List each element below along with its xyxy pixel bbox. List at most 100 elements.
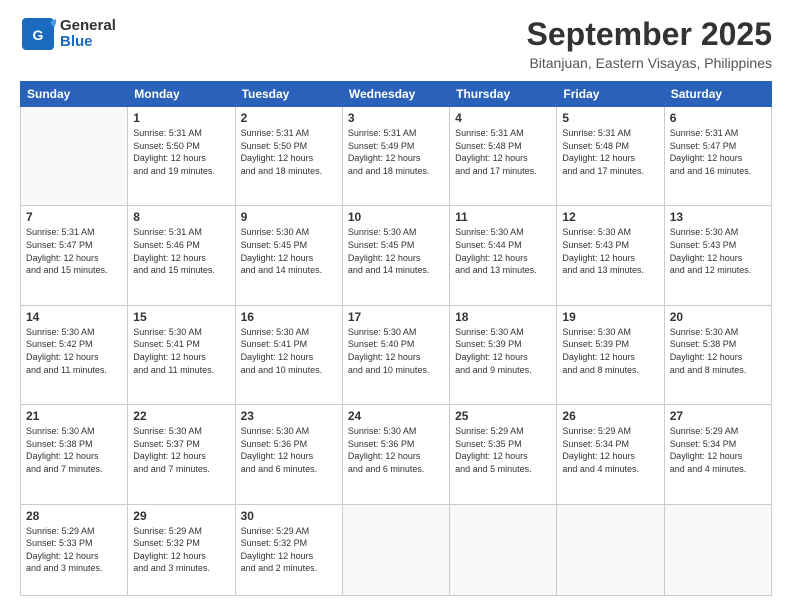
day-info: Sunrise: 5:31 AMSunset: 5:50 PMDaylight:…: [241, 127, 337, 177]
calendar-cell-29: 29 Sunrise: 5:29 AMSunset: 5:32 PMDayligh…: [128, 504, 235, 595]
calendar-cell-20: 20 Sunrise: 5:30 AMSunset: 5:38 PMDayligh…: [664, 305, 771, 404]
day-number: 6: [670, 111, 766, 125]
day-number: 24: [348, 409, 444, 423]
day-number: 7: [26, 210, 122, 224]
day-info: Sunrise: 5:30 AMSunset: 5:38 PMDaylight:…: [670, 326, 766, 376]
weekday-header-row: SundayMondayTuesdayWednesdayThursdayFrid…: [21, 82, 772, 107]
calendar-cell-21: 21Sunrise: 5:30 AMSunset: 5:38 PMDayligh…: [21, 405, 128, 504]
week-row-5: 28 Sunrise: 5:29 AMSunset: 5:33 PMDayligh…: [21, 504, 772, 595]
calendar-cell-18: 18 Sunrise: 5:30 AMSunset: 5:39 PMDayligh…: [450, 305, 557, 404]
day-number: 30: [241, 509, 337, 523]
day-info: Sunrise: 5:30 AMSunset: 5:43 PMDaylight:…: [562, 226, 658, 276]
day-number: 4: [455, 111, 551, 125]
day-info: Sunrise: 5:30 AMSunset: 5:36 PMDaylight:…: [348, 425, 444, 475]
calendar-cell-empty: [342, 504, 449, 595]
day-number: 27: [670, 409, 766, 423]
logo-text: General Blue: [60, 18, 116, 51]
title-block: September 2025 Bitanjuan, Eastern Visaya…: [527, 16, 772, 71]
calendar-cell-6: 6 Sunrise: 5:31 AMSunset: 5:47 PMDaylight…: [664, 107, 771, 206]
calendar-cell-7: 7 Sunrise: 5:31 AMSunset: 5:47 PMDaylight…: [21, 206, 128, 305]
day-number: 12: [562, 210, 658, 224]
day-info: Sunrise: 5:29 AMSunset: 5:35 PMDaylight:…: [455, 425, 551, 475]
calendar-cell-empty: [664, 504, 771, 595]
week-row-4: 21Sunrise: 5:30 AMSunset: 5:38 PMDayligh…: [21, 405, 772, 504]
day-info: Sunrise: 5:30 AMSunset: 5:41 PMDaylight:…: [241, 326, 337, 376]
calendar-cell-empty: [557, 504, 664, 595]
day-info: Sunrise: 5:31 AMSunset: 5:48 PMDaylight:…: [562, 127, 658, 177]
day-info: Sunrise: 5:29 AMSunset: 5:33 PMDaylight:…: [26, 525, 122, 575]
calendar-cell-4: 4 Sunrise: 5:31 AMSunset: 5:48 PMDaylight…: [450, 107, 557, 206]
calendar-cell-9: 9 Sunrise: 5:30 AMSunset: 5:45 PMDaylight…: [235, 206, 342, 305]
calendar-cell-17: 17Sunrise: 5:30 AMSunset: 5:40 PMDayligh…: [342, 305, 449, 404]
weekday-wednesday: Wednesday: [342, 82, 449, 107]
day-info: Sunrise: 5:30 AMSunset: 5:39 PMDaylight:…: [562, 326, 658, 376]
day-info: Sunrise: 5:31 AMSunset: 5:49 PMDaylight:…: [348, 127, 444, 177]
day-info: Sunrise: 5:31 AMSunset: 5:47 PMDaylight:…: [670, 127, 766, 177]
day-number: 28: [26, 509, 122, 523]
day-number: 17: [348, 310, 444, 324]
day-info: Sunrise: 5:30 AMSunset: 5:45 PMDaylight:…: [241, 226, 337, 276]
week-row-2: 7 Sunrise: 5:31 AMSunset: 5:47 PMDaylight…: [21, 206, 772, 305]
day-info: Sunrise: 5:30 AMSunset: 5:43 PMDaylight:…: [670, 226, 766, 276]
day-info: Sunrise: 5:30 AMSunset: 5:41 PMDaylight:…: [133, 326, 229, 376]
calendar-cell-3: 3 Sunrise: 5:31 AMSunset: 5:49 PMDaylight…: [342, 107, 449, 206]
calendar-cell-19: 19 Sunrise: 5:30 AMSunset: 5:39 PMDayligh…: [557, 305, 664, 404]
weekday-friday: Friday: [557, 82, 664, 107]
calendar-cell-27: 27Sunrise: 5:29 AMSunset: 5:34 PMDayligh…: [664, 405, 771, 504]
calendar-cell-28: 28 Sunrise: 5:29 AMSunset: 5:33 PMDayligh…: [21, 504, 128, 595]
calendar-cell-1: 1 Sunrise: 5:31 AMSunset: 5:50 PMDaylight…: [128, 107, 235, 206]
day-info: Sunrise: 5:30 AMSunset: 5:45 PMDaylight:…: [348, 226, 444, 276]
day-info: Sunrise: 5:30 AMSunset: 5:44 PMDaylight:…: [455, 226, 551, 276]
header: G General Blue September 2025 Bitanjuan,…: [20, 16, 772, 71]
day-info: Sunrise: 5:30 AMSunset: 5:37 PMDaylight:…: [133, 425, 229, 475]
day-number: 14: [26, 310, 122, 324]
day-number: 5: [562, 111, 658, 125]
weekday-thursday: Thursday: [450, 82, 557, 107]
calendar-table: SundayMondayTuesdayWednesdayThursdayFrid…: [20, 81, 772, 596]
day-number: 19: [562, 310, 658, 324]
day-info: Sunrise: 5:30 AMSunset: 5:42 PMDaylight:…: [26, 326, 122, 376]
day-number: 13: [670, 210, 766, 224]
day-number: 2: [241, 111, 337, 125]
calendar-cell-empty: [21, 107, 128, 206]
calendar-cell-26: 26Sunrise: 5:29 AMSunset: 5:34 PMDayligh…: [557, 405, 664, 504]
day-number: 8: [133, 210, 229, 224]
calendar-cell-2: 2 Sunrise: 5:31 AMSunset: 5:50 PMDaylight…: [235, 107, 342, 206]
day-info: Sunrise: 5:31 AMSunset: 5:48 PMDaylight:…: [455, 127, 551, 177]
calendar-cell-10: 10 Sunrise: 5:30 AMSunset: 5:45 PMDayligh…: [342, 206, 449, 305]
weekday-monday: Monday: [128, 82, 235, 107]
day-info: Sunrise: 5:31 AMSunset: 5:50 PMDaylight:…: [133, 127, 229, 177]
weekday-saturday: Saturday: [664, 82, 771, 107]
day-info: Sunrise: 5:31 AMSunset: 5:46 PMDaylight:…: [133, 226, 229, 276]
day-number: 29: [133, 509, 229, 523]
day-number: 23: [241, 409, 337, 423]
calendar-cell-24: 24 Sunrise: 5:30 AMSunset: 5:36 PMDayligh…: [342, 405, 449, 504]
calendar-cell-23: 23 Sunrise: 5:30 AMSunset: 5:36 PMDayligh…: [235, 405, 342, 504]
calendar-cell-11: 11Sunrise: 5:30 AMSunset: 5:44 PMDayligh…: [450, 206, 557, 305]
day-info: Sunrise: 5:30 AMSunset: 5:39 PMDaylight:…: [455, 326, 551, 376]
day-number: 9: [241, 210, 337, 224]
day-number: 20: [670, 310, 766, 324]
day-info: Sunrise: 5:29 AMSunset: 5:32 PMDaylight:…: [133, 525, 229, 575]
calendar-cell-12: 12 Sunrise: 5:30 AMSunset: 5:43 PMDayligh…: [557, 206, 664, 305]
week-row-3: 14 Sunrise: 5:30 AMSunset: 5:42 PMDayligh…: [21, 305, 772, 404]
day-number: 10: [348, 210, 444, 224]
day-number: 18: [455, 310, 551, 324]
weekday-sunday: Sunday: [21, 82, 128, 107]
day-number: 16: [241, 310, 337, 324]
calendar-cell-25: 25 Sunrise: 5:29 AMSunset: 5:35 PMDayligh…: [450, 405, 557, 504]
day-info: Sunrise: 5:31 AMSunset: 5:47 PMDaylight:…: [26, 226, 122, 276]
calendar-cell-15: 15 Sunrise: 5:30 AMSunset: 5:41 PMDayligh…: [128, 305, 235, 404]
day-info: Sunrise: 5:30 AMSunset: 5:36 PMDaylight:…: [241, 425, 337, 475]
week-row-1: 1 Sunrise: 5:31 AMSunset: 5:50 PMDaylight…: [21, 107, 772, 206]
location: Bitanjuan, Eastern Visayas, Philippines: [527, 55, 772, 71]
page: G General Blue September 2025 Bitanjuan,…: [0, 0, 792, 612]
svg-text:G: G: [33, 27, 44, 43]
day-number: 22: [133, 409, 229, 423]
day-number: 3: [348, 111, 444, 125]
day-number: 25: [455, 409, 551, 423]
day-number: 15: [133, 310, 229, 324]
day-number: 26: [562, 409, 658, 423]
weekday-tuesday: Tuesday: [235, 82, 342, 107]
day-number: 1: [133, 111, 229, 125]
